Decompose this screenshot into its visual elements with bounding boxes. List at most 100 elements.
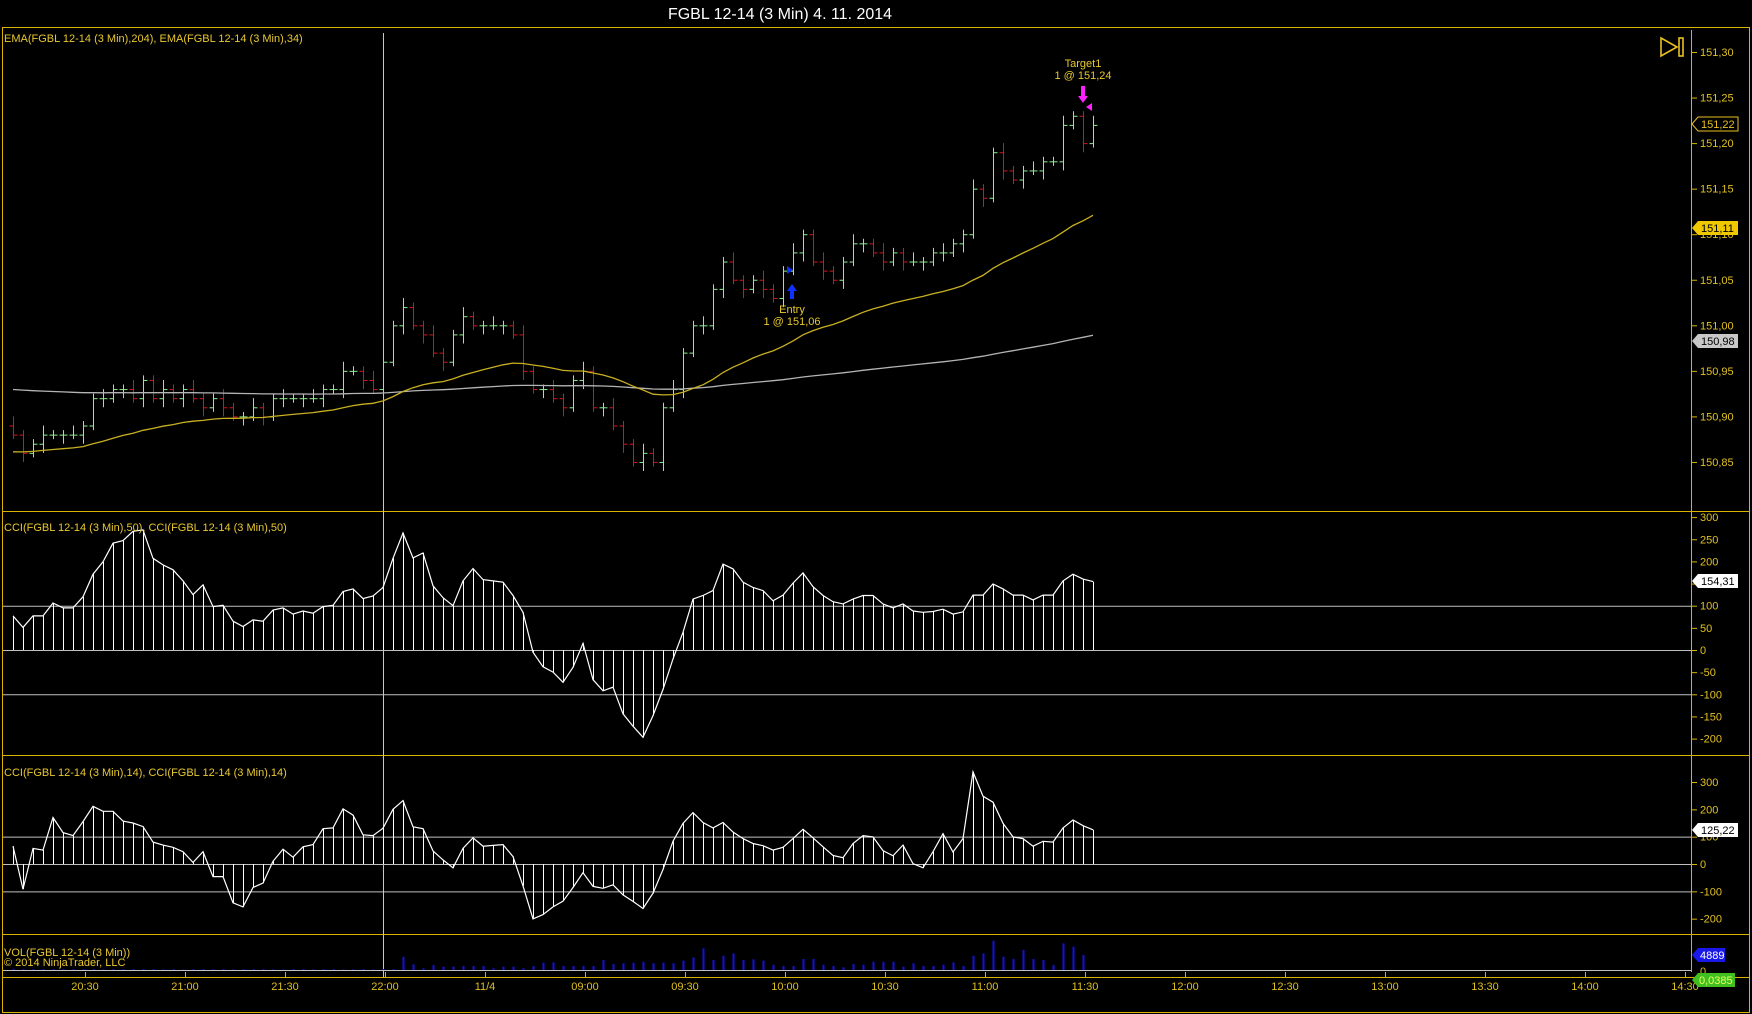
svg-text:151,11: 151,11 bbox=[1701, 223, 1734, 235]
price-bar bbox=[929, 247, 938, 267]
svg-text:0,0385: 0,0385 bbox=[1699, 975, 1733, 987]
svg-text:150,98: 150,98 bbox=[1701, 336, 1735, 348]
price-bar bbox=[99, 389, 108, 408]
cci50-axis-tick-label: 200 bbox=[1700, 556, 1718, 568]
chart-title: FGBL 12-14 (3 Min) 4. 11. 2014 bbox=[668, 6, 892, 23]
price-bar bbox=[659, 402, 668, 472]
price-axis-tick-label: 150,95 bbox=[1700, 366, 1734, 378]
price-bar bbox=[909, 252, 918, 267]
price-bar bbox=[529, 366, 538, 394]
price-bar bbox=[299, 393, 308, 408]
price-bar bbox=[639, 443, 648, 472]
cci14-axis-tick-label: 200 bbox=[1700, 804, 1718, 816]
cci50-axis-tick-label: 100 bbox=[1700, 601, 1718, 613]
price-bar bbox=[309, 389, 318, 403]
time-axis-label: 11/4 bbox=[475, 981, 496, 993]
cci50-panel[interactable] bbox=[3, 529, 1691, 739]
price-bar bbox=[569, 375, 578, 412]
price-bar bbox=[1089, 115, 1098, 148]
volume-value-tag: 4889 bbox=[1692, 948, 1725, 962]
price-bar bbox=[389, 320, 398, 367]
price-bar bbox=[279, 389, 288, 408]
price-bar bbox=[809, 229, 818, 267]
price-bar bbox=[199, 393, 208, 417]
price-panel-label: EMA(FGBL 12-14 (3 Min),204), EMA(FGBL 12… bbox=[4, 33, 303, 45]
time-axis-label: 22:00 bbox=[371, 981, 399, 993]
time-axis-label: 13:30 bbox=[1471, 981, 1499, 993]
price-bar bbox=[969, 179, 978, 239]
price-bar bbox=[39, 425, 48, 453]
copyright-text: © 2014 NinjaTrader, LLC bbox=[4, 957, 125, 969]
price-bar bbox=[469, 311, 478, 330]
price-bar bbox=[89, 393, 98, 431]
extra-value-tag: 0,0385 bbox=[1692, 973, 1735, 987]
target-label: Target1 bbox=[1065, 58, 1102, 70]
last-price-tag: 151,22 bbox=[1691, 116, 1739, 132]
entry-detail: 1 @ 151,06 bbox=[763, 316, 820, 328]
price-bar bbox=[709, 284, 718, 330]
svg-text:125,22: 125,22 bbox=[1701, 825, 1735, 837]
price-bar bbox=[799, 229, 808, 262]
price-bar bbox=[379, 357, 388, 399]
cci50-panel-label: CCI(FGBL 12-14 (3 Min),50), CCI(FGBL 12-… bbox=[4, 522, 287, 534]
price-bar bbox=[1009, 165, 1018, 185]
price-bar bbox=[959, 229, 968, 253]
price-bar bbox=[519, 325, 528, 380]
price-bar bbox=[129, 379, 138, 403]
price-bar bbox=[609, 398, 618, 431]
price-bar bbox=[689, 320, 698, 358]
price-bar bbox=[1049, 156, 1058, 166]
price-bar bbox=[719, 256, 728, 298]
ema204-line bbox=[12, 334, 1094, 395]
price-bar bbox=[59, 430, 68, 444]
price-bar bbox=[69, 425, 78, 440]
price-bar bbox=[819, 252, 828, 280]
price-bar bbox=[339, 361, 348, 399]
price-axis-tick-label: 151,20 bbox=[1700, 138, 1734, 150]
target-detail: 1 @ 151,24 bbox=[1054, 70, 1111, 82]
price-axis-tick-label: 151,05 bbox=[1700, 275, 1734, 287]
play-end-icon[interactable] bbox=[1660, 36, 1684, 58]
entry-label: Entry bbox=[779, 304, 805, 316]
price-bar bbox=[489, 316, 498, 330]
price-bar bbox=[879, 243, 888, 271]
price-bar bbox=[769, 284, 778, 303]
price-bar bbox=[749, 275, 758, 294]
price-bar bbox=[1039, 156, 1048, 180]
price-axis-tick-label: 151,15 bbox=[1700, 184, 1734, 196]
cci50-axis-tick-label: -200 bbox=[1700, 734, 1722, 746]
price-axis-tick-label: 150,90 bbox=[1700, 411, 1734, 423]
price-bar bbox=[869, 238, 878, 257]
price-bar bbox=[979, 184, 988, 207]
time-axis-label: 11:30 bbox=[1072, 981, 1099, 993]
price-bar bbox=[29, 439, 38, 458]
price-axis-tick-label: 151,00 bbox=[1700, 320, 1734, 332]
time-axis-label: 21:30 bbox=[271, 981, 299, 993]
target-arrow-down-icon bbox=[1078, 86, 1088, 103]
price-bar bbox=[889, 247, 898, 267]
price-bar bbox=[839, 256, 848, 289]
price-bar bbox=[539, 384, 548, 399]
time-axis-label: 12:30 bbox=[1271, 981, 1299, 993]
price-bar bbox=[399, 297, 408, 335]
price-panel[interactable] bbox=[9, 111, 1098, 472]
volume-panel[interactable] bbox=[3, 940, 1691, 971]
price-bar bbox=[439, 348, 448, 371]
price-axis-tick-label: 150,85 bbox=[1700, 457, 1734, 469]
price-bar bbox=[759, 270, 768, 298]
cci14-panel[interactable] bbox=[3, 769, 1691, 920]
price-bar bbox=[419, 320, 428, 344]
time-axis-label: 09:30 bbox=[671, 981, 699, 993]
chart-canvas[interactable]: FGBL 12-14 (3 Min) 4. 11. 2014 151,30 151… bbox=[0, 0, 1752, 1014]
price-bar bbox=[939, 243, 948, 262]
price-bar bbox=[499, 320, 508, 335]
price-bar bbox=[9, 416, 18, 440]
price-bar bbox=[619, 420, 628, 453]
time-axis-label: 10:30 bbox=[871, 981, 899, 993]
cci50-axis-tick-label: 0 bbox=[1700, 645, 1706, 657]
cci14-value-tag: 125,22 bbox=[1692, 823, 1738, 837]
price-bar bbox=[849, 234, 858, 267]
price-bar bbox=[329, 384, 338, 394]
price-bar bbox=[1019, 165, 1028, 189]
price-bar bbox=[169, 384, 178, 403]
